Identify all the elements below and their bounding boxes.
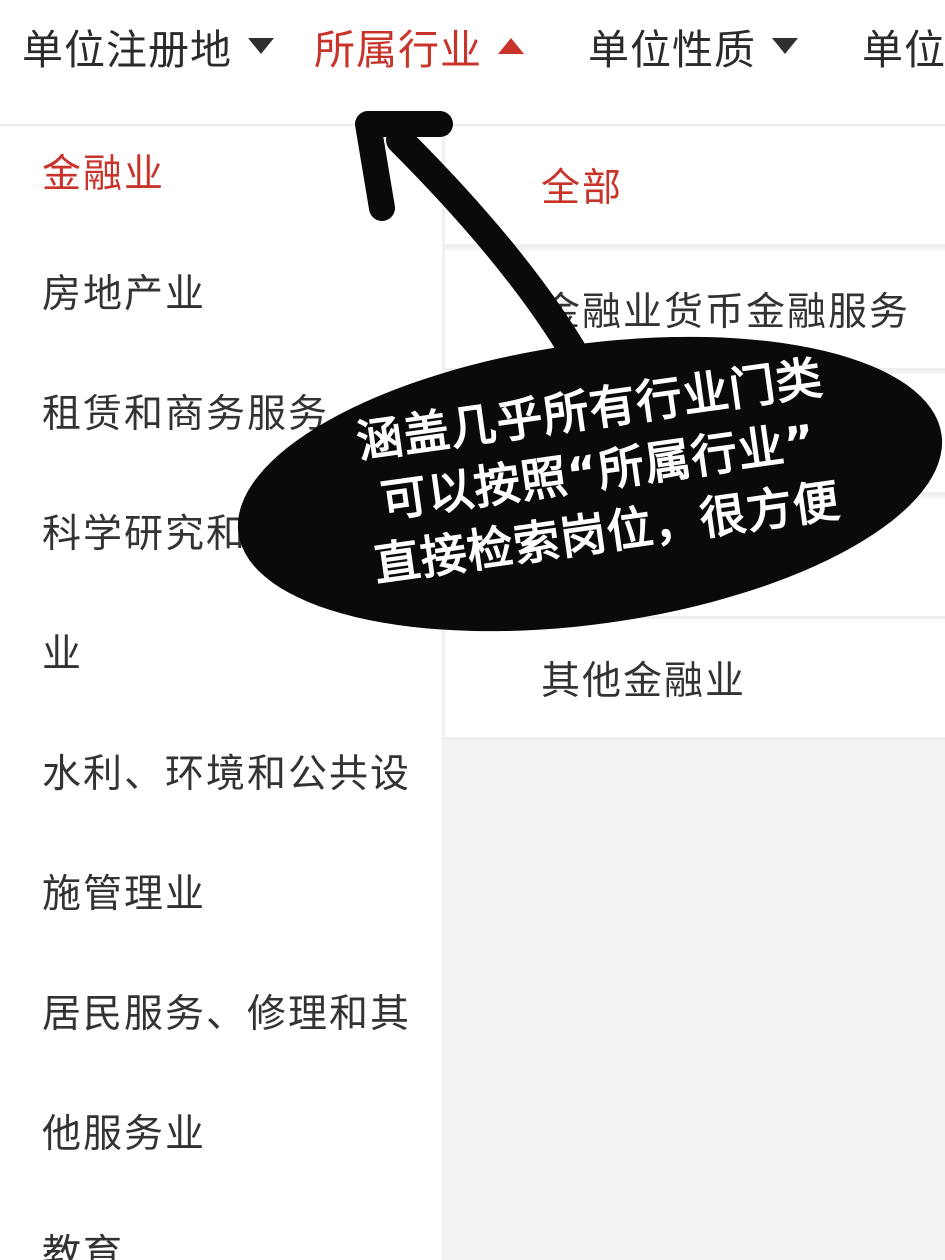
- filter-tab-unit-nature[interactable]: 单位性质: [588, 16, 798, 76]
- industry-item-research[interactable]: 科学研究和: [42, 510, 247, 560]
- filter-tab-label: 单位性质: [588, 26, 756, 74]
- filter-bar: 单位注册地 所属行业 单位性质 单位: [0, 0, 945, 96]
- subcategory-label: 金融业货币金融服务: [541, 290, 911, 335]
- subcategory-label: 全部: [541, 166, 624, 211]
- caret-down-icon: [248, 38, 274, 54]
- subcategory-label: 其他金融业: [541, 659, 747, 704]
- industry-item-water-environment-cont[interactable]: 施管理业: [42, 870, 206, 920]
- caret-down-icon: [772, 38, 798, 54]
- filter-tab-label: 单位: [862, 26, 945, 74]
- caret-up-icon: [498, 38, 524, 54]
- filter-tab-industry[interactable]: 所属行业: [314, 16, 524, 76]
- subcategory-item-other-finance[interactable]: 其他金融业: [445, 619, 945, 740]
- industry-item-water-environment[interactable]: 水利、环境和公共设: [42, 750, 411, 800]
- subcategory-panel: 全部 金融业货币金融服务 其他金融业: [445, 126, 945, 1260]
- subcategory-item-all[interactable]: 全部: [445, 126, 945, 247]
- industry-item-resident-services[interactable]: 居民服务、修理和其: [42, 990, 411, 1040]
- industry-item-resident-services-cont[interactable]: 他服务业: [42, 1110, 206, 1160]
- industry-filter-screen: 单位注册地 所属行业 单位性质 单位 金融业 房地产业 租赁和商务服务 科学研究…: [0, 0, 945, 1260]
- filter-tab-unit-more[interactable]: 单位: [862, 16, 945, 76]
- filter-tab-registration-place[interactable]: 单位注册地: [22, 16, 274, 76]
- industry-item-research-cont[interactable]: 业: [42, 630, 83, 680]
- filter-tab-label: 所属行业: [314, 26, 482, 74]
- industry-item-leasing-business[interactable]: 租赁和商务服务: [42, 390, 329, 440]
- industry-item-real-estate[interactable]: 房地产业: [42, 270, 206, 320]
- filter-tab-label: 单位注册地: [22, 26, 232, 74]
- industry-list: 金融业 房地产业 租赁和商务服务 科学研究和 业 水利、环境和公共设 施管理业 …: [0, 126, 442, 1260]
- industry-item-finance[interactable]: 金融业: [42, 150, 165, 200]
- industry-item-education[interactable]: 教育: [42, 1230, 124, 1260]
